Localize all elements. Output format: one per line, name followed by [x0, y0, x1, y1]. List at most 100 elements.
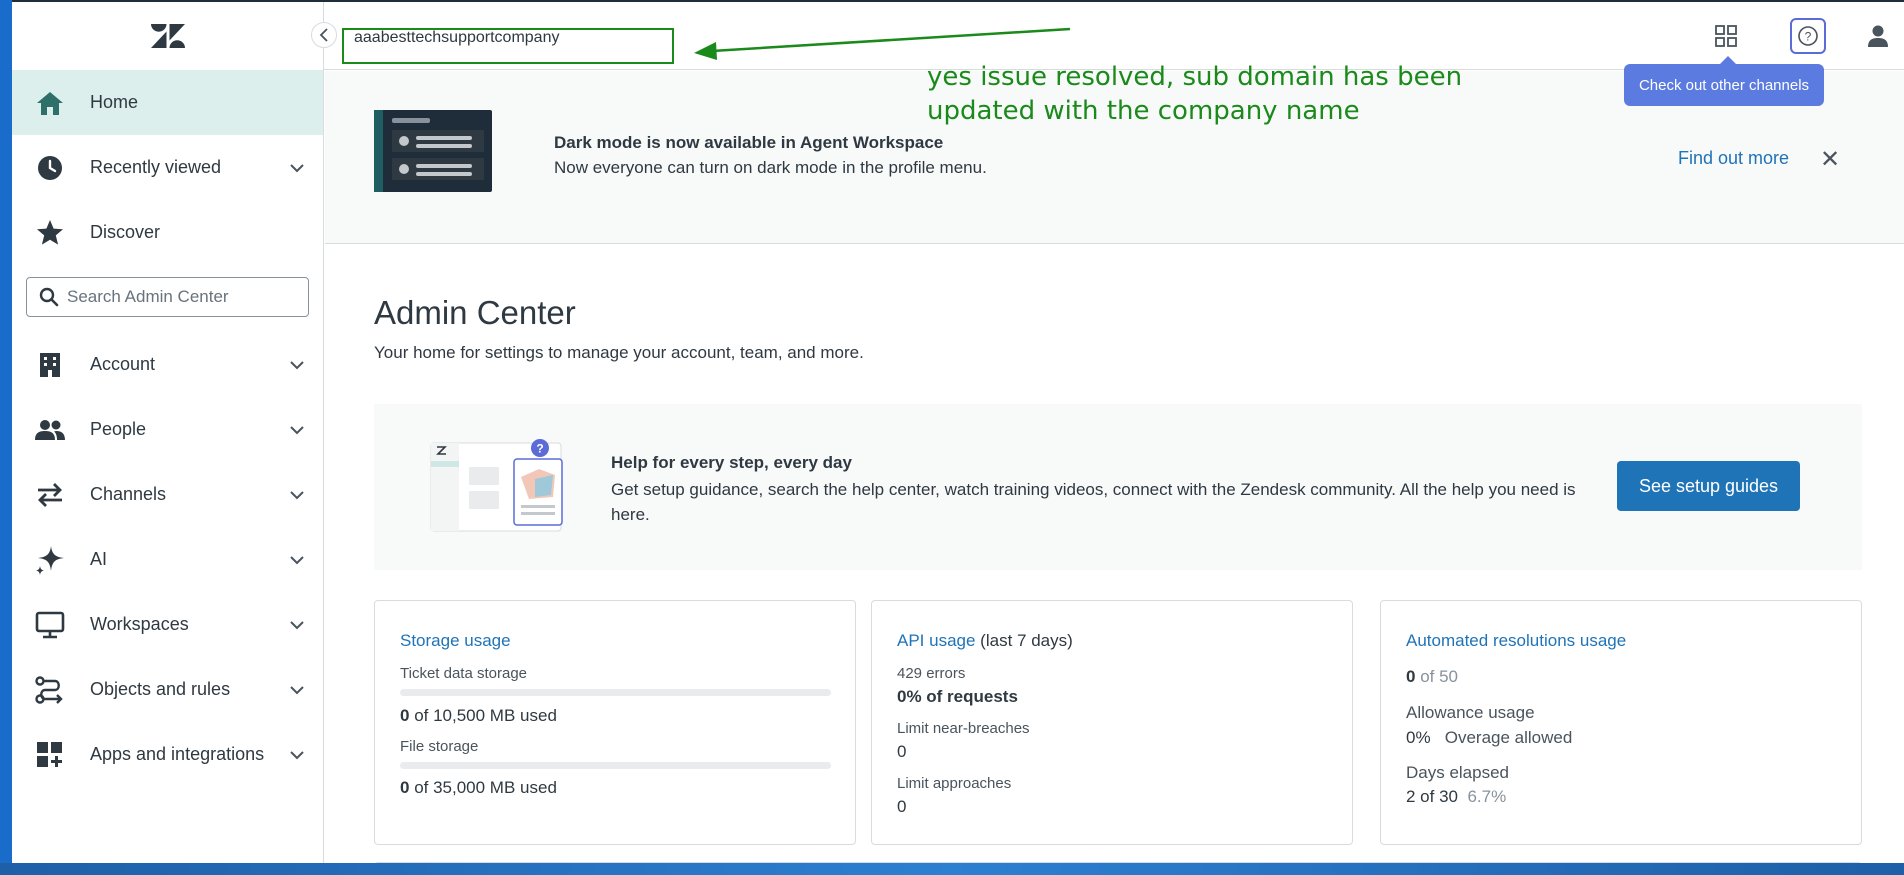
sidebar-item-discover[interactable]: Discover [12, 200, 323, 265]
api-errors-label: 429 errors [897, 665, 966, 682]
limit-approaches-value: 0 [897, 797, 907, 816]
api-usage-period: (last 7 days) [975, 631, 1073, 650]
sidebar-item-channels[interactable]: Channels [12, 462, 323, 527]
arrows-icon [34, 479, 66, 511]
chevron-down-icon[interactable] [289, 549, 305, 570]
api-usage-card: API usage (last 7 days) 429 errors 0% of… [871, 600, 1353, 845]
days-elapsed-count: 2 of 30 [1406, 787, 1458, 806]
sidebar-item-ai[interactable]: AI [12, 527, 323, 592]
ticket-storage-value: 0 of 10,500 MB used [400, 706, 557, 726]
svg-text:?: ? [1805, 30, 1812, 44]
sidebar: Home Recently viewed Discover Account [12, 2, 324, 863]
storage-usage-link[interactable]: Storage usage [400, 631, 511, 651]
sidebar-item-label: Recently viewed [90, 157, 222, 177]
sidebar-item-recently-viewed[interactable]: Recently viewed [12, 135, 323, 200]
file-storage-value: 0 of 35,000 MB used [400, 778, 557, 798]
ticket-storage-bar [400, 689, 831, 696]
automated-resolutions-card: Automated resolutions usage 0 of 50 Allo… [1380, 600, 1862, 845]
collapse-sidebar-button[interactable] [311, 22, 337, 48]
products-grid-icon[interactable] [1708, 18, 1744, 54]
banner-subtitle: Now everyone can turn on dark mode in th… [554, 158, 987, 177]
file-storage-total: of 35,000 MB used [409, 778, 557, 797]
chevron-left-icon [319, 28, 328, 42]
find-out-more-link[interactable]: Find out more [1678, 148, 1789, 169]
sidebar-item-label: Home [90, 92, 139, 112]
sidebar-item-account[interactable]: Account [12, 332, 323, 397]
api-errors-value: 0% of requests [897, 687, 1018, 706]
search-icon [39, 287, 59, 307]
file-storage-label: File storage [400, 738, 479, 755]
banner-title: Dark mode is now available in Agent Work… [554, 133, 944, 152]
route-icon [34, 674, 66, 706]
sidebar-item-workspaces[interactable]: Workspaces [12, 592, 323, 657]
building-icon [34, 349, 66, 381]
monitor-icon [34, 609, 66, 641]
help-icon[interactable]: ? [1790, 18, 1826, 54]
home-icon [34, 87, 66, 119]
zendesk-logo-icon [150, 24, 185, 48]
next-card-edge [374, 862, 1862, 863]
api-usage-link[interactable]: API usage [897, 631, 975, 650]
automated-resolutions-value: 0 of 50 [1406, 667, 1458, 687]
chevron-down-icon[interactable] [289, 484, 305, 505]
chevron-down-icon[interactable] [289, 157, 305, 178]
setup-guide-illustration: ? [429, 437, 569, 542]
days-elapsed-label: Days elapsed [1406, 763, 1510, 782]
chevron-down-icon[interactable] [289, 354, 305, 375]
allowance-usage-percent: 0% [1406, 728, 1431, 747]
clock-icon [34, 152, 66, 184]
help-title: Help for every step, every day [611, 453, 852, 472]
sidebar-item-label: AI [90, 549, 108, 569]
automated-resolutions-link[interactable]: Automated resolutions usage [1406, 631, 1626, 651]
api-usage-heading: API usage (last 7 days) [897, 631, 1073, 651]
file-storage-bar [400, 762, 831, 769]
page-title: Admin Center [374, 294, 576, 331]
chevron-down-icon[interactable] [289, 744, 305, 765]
storage-usage-card: Storage usage Ticket data storage 0 of 1… [374, 600, 856, 845]
sidebar-item-objects-and-rules[interactable]: Objects and rules [12, 657, 323, 722]
sidebar-item-people[interactable]: People [12, 397, 323, 462]
ticket-storage-label: Ticket data storage [400, 665, 528, 682]
allowance-usage-label: Allowance usage [1406, 703, 1535, 722]
taskbar [0, 863, 1904, 875]
annotation-text: yes issue resolved, sub domain has been … [927, 62, 1463, 126]
dark-mode-illustration [374, 110, 492, 192]
ticket-storage-total: of 10,500 MB used [409, 706, 557, 725]
chevron-down-icon[interactable] [289, 679, 305, 700]
see-setup-guides-button[interactable]: See setup guides [1617, 461, 1800, 511]
zendesk-logo[interactable] [12, 2, 323, 70]
automated-resolutions-limit: of 50 [1415, 667, 1459, 686]
limit-near-breaches-label: Limit near-breaches [897, 720, 1030, 737]
desktop-edge [0, 0, 12, 863]
sidebar-item-home[interactable]: Home [12, 70, 323, 135]
browser-window: Home Recently viewed Discover Account [12, 0, 1904, 863]
sidebar-item-label: Workspaces [90, 614, 189, 634]
people-icon [34, 414, 66, 446]
limit-near-breaches-value: 0 [897, 742, 907, 761]
sidebar-item-label: People [90, 419, 147, 439]
star-icon [34, 217, 66, 249]
user-icon[interactable] [1860, 18, 1896, 54]
sparkle-icon [34, 544, 66, 576]
sidebar-item-apps-and-integrations[interactable]: Apps and integrations [12, 722, 323, 787]
search-admin-center[interactable] [26, 277, 309, 317]
help-card: ? Help for every step, every day Get set… [374, 404, 1862, 570]
annotation-highlight-box [342, 28, 674, 64]
chevron-down-icon[interactable] [289, 614, 305, 635]
help-tooltip: Check out other channels [1624, 56, 1824, 106]
days-elapsed-percent: 6.7% [1467, 787, 1507, 806]
close-icon[interactable]: ✕ [1820, 145, 1840, 174]
apps-icon [34, 739, 66, 771]
search-input[interactable] [67, 287, 287, 307]
chevron-down-icon[interactable] [289, 419, 305, 440]
days-elapsed-value: 2 of 30 6.7% [1406, 787, 1506, 807]
overage-allowed-text: Overage allowed [1444, 728, 1573, 747]
sidebar-item-label: Objects and rules [90, 679, 231, 699]
sidebar-item-label: Apps and integrations [90, 744, 265, 764]
limit-approaches-label: Limit approaches [897, 775, 1012, 792]
sidebar-item-label: Account [90, 354, 156, 374]
allowance-usage-value: 0% Overage allowed [1406, 728, 1572, 748]
help-text: Get setup guidance, search the help cent… [611, 480, 1576, 524]
svg-text:?: ? [536, 442, 543, 456]
sidebar-item-label: Channels [90, 484, 167, 504]
